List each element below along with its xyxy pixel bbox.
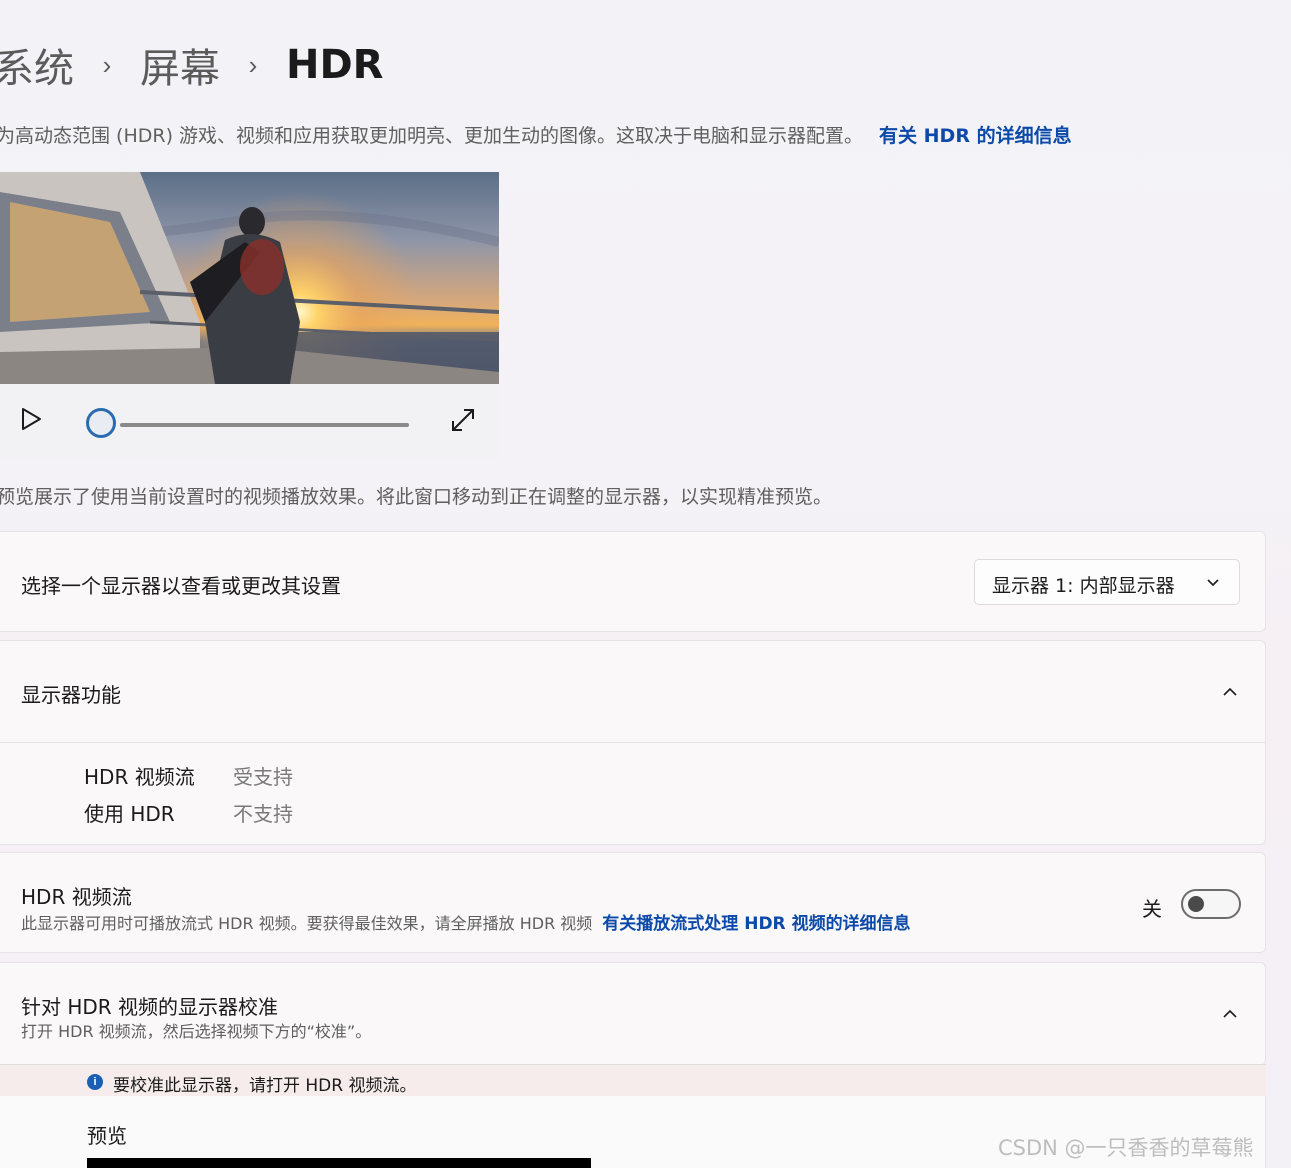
display-select-label: 选择一个显示器以查看或更改其设置 — [21, 574, 341, 598]
hdr-stream-toggle[interactable] — [1181, 889, 1241, 919]
capabilities-title: 显示器功能 — [21, 683, 121, 707]
seek-track[interactable] — [120, 423, 409, 427]
page-description: 为高动态范围 (HDR) 游戏、视频和应用获取更加明亮、更加生动的图像。这取决于… — [0, 121, 1072, 148]
calibration-preview-video — [87, 1158, 591, 1168]
hdr-info-link[interactable]: 有关 HDR 的详细信息 — [879, 125, 1072, 147]
capability-name: HDR 视频流 — [84, 765, 195, 789]
calibration-card: 针对 HDR 视频的显示器校准 打开 HDR 视频流，然后选择视频下方的“校准”… — [0, 962, 1266, 1065]
capability-row: 使用 HDR — [84, 798, 175, 827]
calibration-title: 针对 HDR 视频的显示器校准 — [21, 995, 279, 1019]
capability-row: HDR 视频流 — [84, 761, 195, 790]
watermark: CSDN @一只香香的草莓熊 — [998, 1136, 1254, 1160]
hdr-video-preview — [0, 172, 499, 384]
fullscreen-icon[interactable] — [450, 407, 476, 433]
page-title: HDR — [286, 42, 384, 88]
chevron-up-icon[interactable] — [1221, 1005, 1239, 1023]
hdr-stream-link[interactable]: 有关播放流式处理 HDR 视频的详细信息 — [602, 914, 910, 934]
breadcrumb-display[interactable]: 屏幕 — [140, 36, 220, 94]
chevron-right-icon: › — [102, 49, 112, 80]
breadcrumb: 系统 › 屏幕 › HDR — [0, 38, 383, 92]
capability-name: 使用 HDR — [84, 802, 175, 826]
hdr-stream-subtitle: 此显示器可用时可播放流式 HDR 视频。要获得最佳效果，请全屏播放 HDR 视频… — [21, 909, 911, 934]
chevron-up-icon[interactable] — [1221, 683, 1239, 701]
display-dropdown-value: 显示器 1: 内部显示器 — [992, 575, 1175, 597]
display-capabilities-card: 显示器功能 HDR 视频流 受支持 使用 HDR 不支持 — [0, 640, 1266, 845]
calibration-info-text: 要校准此显示器，请打开 HDR 视频流。 — [113, 1076, 417, 1096]
info-icon: i — [87, 1074, 103, 1090]
display-dropdown[interactable]: 显示器 1: 内部显示器 — [974, 559, 1240, 605]
toggle-state-label: 关 — [1142, 897, 1162, 921]
capability-status: 受支持 — [233, 765, 293, 789]
capabilities-header[interactable]: 显示器功能 — [0, 641, 1265, 743]
hdr-stream-card: HDR 视频流 此显示器可用时可播放流式 HDR 视频。要获得最佳效果，请全屏播… — [0, 852, 1266, 953]
video-controls — [0, 384, 499, 458]
capability-value: 受支持 — [233, 761, 293, 790]
description-text: 为高动态范围 (HDR) 游戏、视频和应用获取更加明亮、更加生动的图像。这取决于… — [0, 125, 864, 147]
calibration-subtitle: 打开 HDR 视频流，然后选择视频下方的“校准”。 — [21, 1022, 372, 1041]
hdr-stream-title: HDR 视频流 — [21, 885, 132, 909]
calibration-info-bar: i 要校准此显示器，请打开 HDR 视频流。 — [0, 1064, 1266, 1096]
preview-label: 预览 — [87, 1124, 127, 1148]
play-icon[interactable] — [18, 406, 44, 432]
capability-status: 不支持 — [233, 802, 293, 826]
hdr-stream-description: 此显示器可用时可播放流式 HDR 视频。要获得最佳效果，请全屏播放 HDR 视频 — [21, 914, 593, 933]
seek-thumb[interactable] — [86, 408, 116, 438]
preview-note: 预览展示了使用当前设置时的视频播放效果。将此窗口移动到正在调整的显示器，以实现精… — [0, 486, 833, 508]
toggle-knob — [1188, 896, 1204, 912]
chevron-right-icon: › — [248, 49, 258, 80]
chevron-down-icon — [1207, 579, 1219, 587]
display-select-card: 选择一个显示器以查看或更改其设置 显示器 1: 内部显示器 — [0, 531, 1266, 632]
capability-value: 不支持 — [233, 798, 293, 827]
breadcrumb-system[interactable]: 系统 — [0, 36, 74, 94]
